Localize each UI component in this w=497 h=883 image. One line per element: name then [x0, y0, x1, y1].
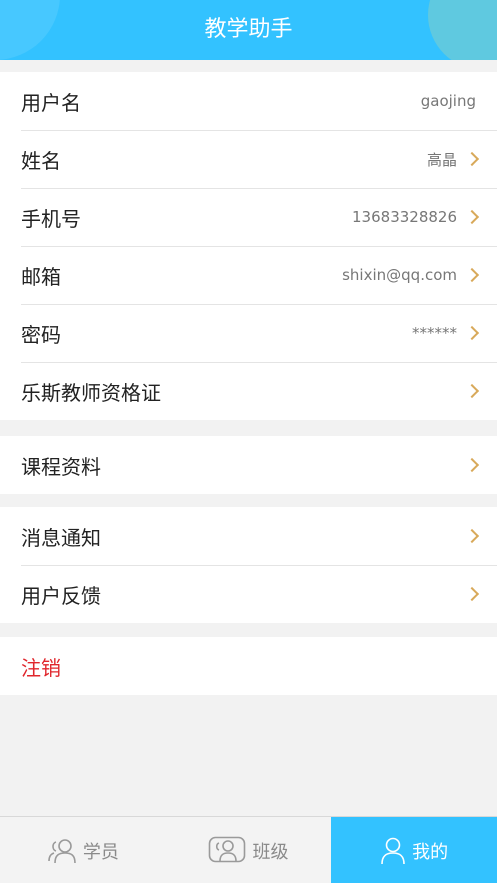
chevron-right-icon — [464, 267, 480, 283]
email-row[interactable]: 邮箱 shixin@qq.com — [0, 246, 497, 304]
notifications-row[interactable]: 消息通知 — [0, 507, 497, 565]
chevron-right-icon — [464, 383, 480, 399]
tab-class[interactable]: 班级 — [166, 817, 332, 883]
teacher-certificate-label: 乐斯教师资格证 — [21, 380, 161, 405]
tab-mine-label: 我的 — [412, 841, 449, 863]
class-icon — [209, 836, 246, 862]
bottom-tab-bar: 学员 班级 我的 — [0, 816, 497, 883]
name-value: 高晶 — [426, 150, 457, 169]
chevron-right-icon — [464, 586, 480, 602]
username-label: 用户名 — [21, 90, 81, 115]
materials-group: 课程资料 — [0, 436, 497, 494]
tab-students[interactable]: 学员 — [0, 817, 166, 883]
name-row[interactable]: 姓名 高晶 — [0, 130, 497, 188]
feedback-row[interactable]: 用户反馈 — [0, 565, 497, 623]
support-group: 消息通知 用户反馈 — [0, 507, 497, 623]
phone-value: 13683328826 — [352, 208, 457, 226]
phone-label: 手机号 — [21, 206, 81, 231]
app-header: 教学助手 — [0, 0, 497, 60]
name-label: 姓名 — [21, 148, 61, 173]
page-title: 教学助手 — [204, 17, 293, 42]
tab-students-label: 学员 — [82, 841, 119, 863]
email-label: 邮箱 — [21, 264, 61, 289]
phone-row[interactable]: 手机号 13683328826 — [0, 188, 497, 246]
password-value: ****** — [412, 324, 457, 342]
logout-group: 注销 — [0, 637, 497, 695]
teacher-certificate-row[interactable]: 乐斯教师资格证 — [0, 362, 497, 420]
chevron-right-icon — [464, 151, 480, 167]
notifications-label: 消息通知 — [21, 525, 101, 550]
feedback-label: 用户反馈 — [21, 583, 101, 608]
students-icon — [48, 838, 76, 863]
profile-icon — [381, 837, 405, 864]
course-materials-label: 课程资料 — [21, 454, 101, 479]
username-value: gaojing — [420, 92, 476, 110]
chevron-right-icon — [464, 209, 480, 225]
tab-mine[interactable]: 我的 — [331, 817, 497, 883]
username-row: 用户名 gaojing — [0, 72, 497, 130]
course-materials-row[interactable]: 课程资料 — [0, 436, 497, 494]
chevron-right-icon — [464, 325, 480, 341]
logout-button[interactable]: 注销 — [0, 637, 497, 695]
email-value: shixin@qq.com — [342, 266, 457, 284]
chevron-right-icon — [464, 457, 480, 473]
password-label: 密码 — [21, 322, 61, 347]
tab-class-label: 班级 — [252, 841, 289, 863]
logout-label: 注销 — [21, 655, 61, 680]
account-info-group: 用户名 gaojing 姓名 高晶 手机号 13683328826 邮箱 shi… — [0, 72, 497, 420]
password-row[interactable]: 密码 ****** — [0, 304, 497, 362]
chevron-right-icon — [464, 528, 480, 544]
